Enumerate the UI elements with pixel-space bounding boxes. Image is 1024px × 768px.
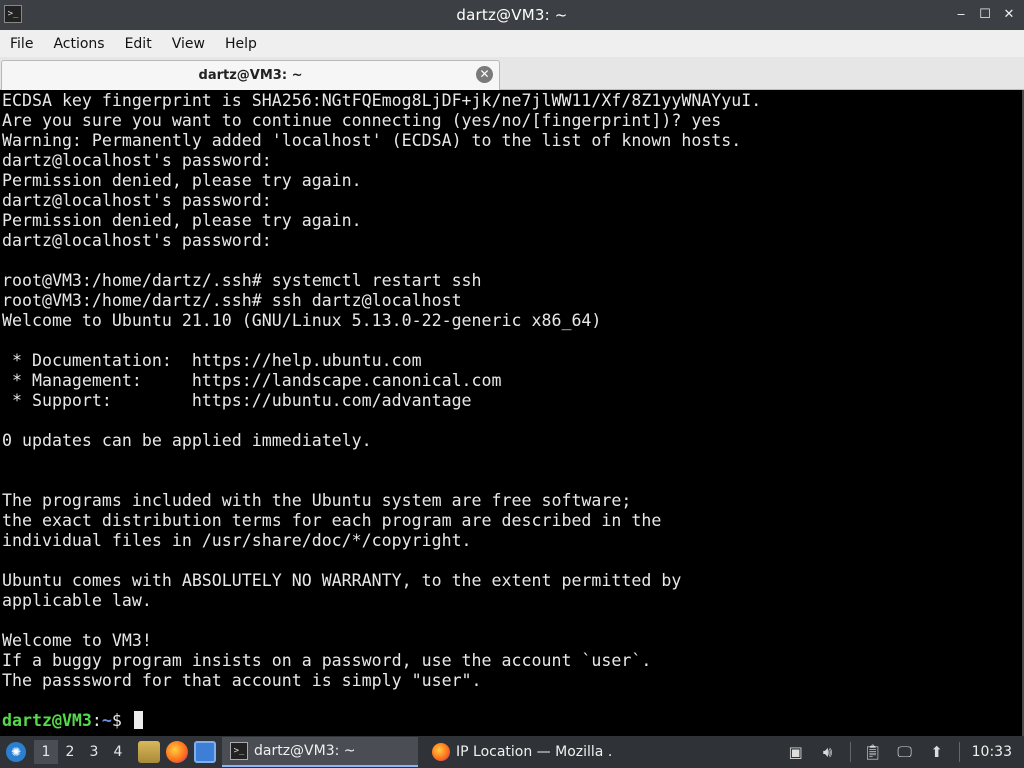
workspace-switcher: 1 2 3 4: [34, 740, 130, 764]
terminal-line: Are you sure you want to continue connec…: [2, 111, 722, 130]
tab-bar: dartz@VM3: ~ ✕: [0, 57, 1024, 90]
display-icon[interactable]: 🖵︎: [894, 741, 916, 763]
workspace-3[interactable]: 3: [82, 740, 106, 764]
clipboard-icon[interactable]: 📋︎: [862, 741, 884, 763]
minimize-icon[interactable]: ‒: [952, 6, 970, 24]
window-controls: ‒ ☐ ✕: [952, 6, 1018, 24]
terminal-line: * Documentation: https://help.ubuntu.com: [2, 351, 422, 370]
terminal-line: dartz@localhost's password:: [2, 151, 272, 170]
prompt-user-host: dartz@VM3: [2, 711, 92, 730]
menu-actions[interactable]: Actions: [53, 36, 104, 52]
task-firefox[interactable]: IP Location — Mozilla ...: [424, 737, 620, 767]
menu-help[interactable]: Help: [225, 36, 257, 52]
terminal-line: Welcome to Ubuntu 21.10 (GNU/Linux 5.13.…: [2, 311, 602, 330]
menu-edit[interactable]: Edit: [125, 36, 152, 52]
tab-label: dartz@VM3: ~: [198, 68, 303, 83]
prompt-symbol: $: [111, 711, 132, 730]
prompt-path: ~: [101, 711, 112, 730]
terminal-line: 0 updates can be applied immediately.: [2, 431, 372, 450]
firefox-icon: [432, 743, 450, 761]
terminal-output[interactable]: ECDSA key fingerprint is SHA256:NGtFQEmo…: [0, 90, 1024, 736]
tray-divider: [849, 742, 851, 762]
tab-close-icon[interactable]: ✕: [476, 66, 493, 83]
file-manager-icon[interactable]: [138, 741, 160, 763]
window-title: dartz@VM3: ~: [456, 6, 568, 24]
terminal-line: root@VM3:/home/dartz/.ssh# systemctl res…: [2, 271, 482, 290]
close-icon[interactable]: ✕: [1000, 6, 1018, 24]
clock[interactable]: 10:33: [972, 744, 1012, 760]
menu-view[interactable]: View: [172, 36, 205, 52]
workspace-1[interactable]: 1: [34, 740, 58, 764]
task-terminal[interactable]: >_ dartz@VM3: ~: [222, 737, 418, 767]
task-label: IP Location — Mozilla ...: [456, 744, 612, 760]
tray-divider: [958, 742, 960, 762]
terminal-text: ECDSA key fingerprint is SHA256:NGtFQEmo…: [2, 91, 761, 731]
terminal-icon: >_: [230, 742, 248, 760]
terminal-line: Permission denied, please try again.: [2, 211, 362, 230]
workspace-4[interactable]: 4: [106, 740, 130, 764]
taskbar: ✺ 1 2 3 4 >_ dartz@VM3: ~ IP Location — …: [0, 736, 1024, 768]
menu-file[interactable]: File: [10, 36, 33, 52]
terminal-line: dartz@localhost's password:: [2, 191, 272, 210]
terminal-line: Welcome to VM3!: [2, 631, 152, 650]
terminal-line: * Support: https://ubuntu.com/advantage: [2, 391, 472, 410]
maximize-icon[interactable]: ☐: [976, 6, 994, 24]
workspace-2[interactable]: 2: [58, 740, 82, 764]
menu-bar: File Actions Edit View Help: [0, 30, 1024, 57]
terminal-line: applicable law.: [2, 591, 152, 610]
terminal-line: * Management: https://landscape.canonica…: [2, 371, 502, 390]
prompt-separator: :: [91, 711, 102, 730]
terminal-line: The passsword for that account is simply…: [2, 671, 482, 690]
volume-icon[interactable]: 🔊︎: [817, 741, 839, 763]
terminal-line: root@VM3:/home/dartz/.ssh# ssh dartz@loc…: [2, 291, 462, 310]
terminal-line: Permission denied, please try again.: [2, 171, 362, 190]
start-menu-icon: ✺: [6, 742, 26, 762]
terminal-prompt[interactable]: dartz@VM3:~$: [2, 711, 761, 731]
text-cursor: [133, 711, 143, 729]
terminal-line: the exact distribution terms for each pr…: [2, 511, 662, 530]
show-desktop-icon[interactable]: [194, 741, 216, 763]
terminal-tab[interactable]: dartz@VM3: ~ ✕: [1, 60, 500, 90]
task-label: dartz@VM3: ~: [254, 743, 356, 759]
terminal-line: If a buggy program insists on a password…: [2, 651, 652, 670]
quick-launch: [138, 741, 216, 763]
terminal-line: ECDSA key fingerprint is SHA256:NGtFQEmo…: [2, 91, 762, 110]
firefox-icon[interactable]: [166, 741, 188, 763]
start-menu-button[interactable]: ✺: [0, 736, 32, 768]
terminal-line: dartz@localhost's password:: [2, 231, 272, 250]
terminal-icon[interactable]: >_: [4, 5, 22, 23]
network-icon[interactable]: ▣: [785, 741, 807, 763]
terminal-line: Warning: Permanently added 'localhost' (…: [2, 131, 742, 150]
terminal-line: The programs included with the Ubuntu sy…: [2, 491, 632, 510]
terminal-line: Ubuntu comes with ABSOLUTELY NO WARRANTY…: [2, 571, 682, 590]
system-tray: ▣ 🔊︎ 📋︎ 🖵︎ ⬆ 10:33: [780, 736, 1024, 768]
terminal-line: individual files in /usr/share/doc/*/cop…: [2, 531, 472, 550]
window-titlebar[interactable]: >_ dartz@VM3: ~ ‒ ☐ ✕: [0, 0, 1024, 30]
update-icon[interactable]: ⬆: [926, 741, 948, 763]
